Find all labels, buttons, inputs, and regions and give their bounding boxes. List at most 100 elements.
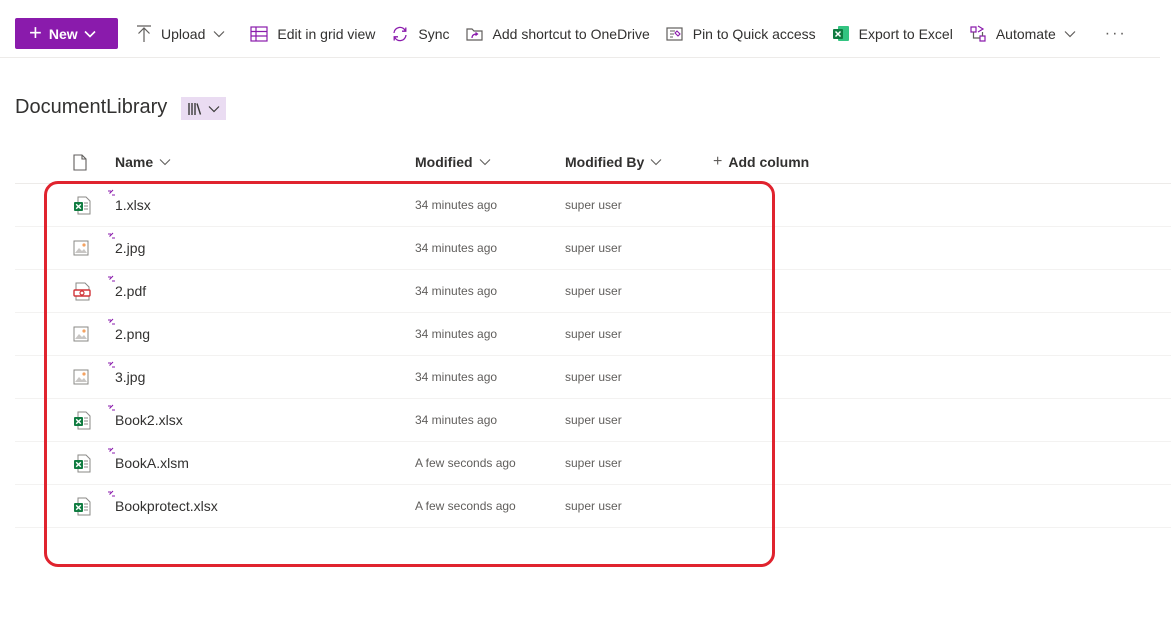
modified-by-value[interactable]: super user <box>565 499 622 513</box>
chevron-down-icon <box>213 30 225 37</box>
table-row[interactable]: 2.pdf 34 minutes ago super user <box>15 270 1171 313</box>
name-cell: 2.pdf <box>108 270 147 312</box>
file-name: 3.jpg <box>115 369 146 385</box>
table-row[interactable]: 2.png 34 minutes ago super user <box>15 313 1171 356</box>
chevron-down-icon <box>1064 30 1076 37</box>
modified-value: 34 minutes ago <box>415 198 498 212</box>
name-cell: 1.xlsx <box>108 184 151 226</box>
modified-value: 34 minutes ago <box>415 284 498 298</box>
file-name-link[interactable]: Book2.xlsx <box>108 404 183 428</box>
file-name-link[interactable]: 2.png <box>108 318 150 342</box>
modified-header-label: Modified <box>415 154 473 170</box>
add-column-label: Add column <box>728 154 810 170</box>
modified-by-value[interactable]: super user <box>565 370 622 384</box>
modified-by-cell: super user <box>565 313 622 355</box>
new-button[interactable]: + New <box>15 18 118 49</box>
modified-by-value[interactable]: super user <box>565 456 622 470</box>
new-item-icon <box>108 318 115 325</box>
view-switcher-button[interactable] <box>181 97 226 120</box>
modified-cell: A few seconds ago <box>415 442 516 484</box>
name-column-header[interactable]: Name <box>115 141 171 183</box>
chevron-down-icon <box>208 105 220 112</box>
modified-by-value[interactable]: super user <box>565 198 622 212</box>
file-name-link[interactable]: BookA.xlsm <box>108 447 189 471</box>
modified-cell: 34 minutes ago <box>415 313 497 355</box>
file-name: BookA.xlsm <box>115 455 189 471</box>
modified-value: A few seconds ago <box>415 499 516 513</box>
automate-button[interactable]: Automate <box>961 18 1093 49</box>
modified-value: A few seconds ago <box>415 456 516 470</box>
table-row[interactable]: BookA.xlsm A few seconds ago super user <box>15 442 1171 485</box>
table-row[interactable]: 3.jpg 34 minutes ago super user <box>15 356 1171 399</box>
modified-by-value[interactable]: super user <box>565 413 622 427</box>
file-name: 1.xlsx <box>115 197 151 213</box>
file-type-cell <box>73 313 97 355</box>
command-bar: + New Upload Edit in grid view Sync Add … <box>0 10 1160 58</box>
excel-file-icon <box>74 454 91 472</box>
file-name: Bookprotect.xlsx <box>115 498 218 514</box>
file-name-link[interactable]: 2.pdf <box>108 275 147 299</box>
modified-by-column-header[interactable]: Modified By <box>565 141 662 183</box>
new-item-icon <box>108 361 115 368</box>
file-name: 2.pdf <box>115 283 147 299</box>
name-cell: Book2.xlsx <box>108 399 183 441</box>
upload-button[interactable]: Upload <box>128 18 242 49</box>
name-cell: 2.png <box>108 313 150 355</box>
excel-file-icon <box>74 196 91 214</box>
modified-by-cell: super user <box>565 227 622 269</box>
chevron-down-icon <box>650 159 662 166</box>
modified-by-header-label: Modified By <box>565 154 645 170</box>
pdf-file-icon <box>73 282 91 300</box>
modified-value: 34 minutes ago <box>415 370 498 384</box>
edit-grid-view-button[interactable]: Edit in grid view <box>242 18 383 49</box>
library-view-icon <box>188 102 202 115</box>
modified-by-value[interactable]: super user <box>565 241 622 255</box>
file-name-link[interactable]: 1.xlsx <box>108 189 151 213</box>
new-button-label: New <box>48 25 78 42</box>
pin-quick-access-button[interactable]: Pin to Quick access <box>658 18 824 49</box>
excel-file-icon <box>74 497 91 515</box>
image-file-icon <box>73 369 89 385</box>
table-row[interactable]: 1.xlsx 34 minutes ago super user <box>15 184 1171 227</box>
plus-icon: + <box>713 153 723 170</box>
modified-column-header[interactable]: Modified <box>415 141 491 183</box>
image-file-icon <box>73 240 89 256</box>
automate-label: Automate <box>995 25 1056 42</box>
page-title: DocumentLibrary <box>15 96 168 118</box>
table-row[interactable]: Bookprotect.xlsx A few seconds ago super u… <box>15 485 1171 528</box>
file-type-cell <box>73 356 97 398</box>
modified-by-cell: super user <box>565 485 622 527</box>
new-item-icon <box>108 447 115 454</box>
add-shortcut-label: Add shortcut to OneDrive <box>492 25 650 42</box>
modified-cell: 34 minutes ago <box>415 399 497 441</box>
file-name-link[interactable]: 3.jpg <box>108 361 146 385</box>
modified-by-value[interactable]: super user <box>565 284 622 298</box>
modified-value: 34 minutes ago <box>415 327 498 341</box>
list-header: Name Modified Modified By + Add column <box>15 141 1171 184</box>
file-name: 2.jpg <box>115 240 146 256</box>
add-shortcut-button[interactable]: Add shortcut to OneDrive <box>458 18 658 49</box>
file-type-cell <box>73 270 97 312</box>
table-row[interactable]: 2.jpg 34 minutes ago super user <box>15 227 1171 270</box>
table-row[interactable]: Book2.xlsx 34 minutes ago super user <box>15 399 1171 442</box>
new-item-icon <box>108 275 115 282</box>
file-name-link[interactable]: 2.jpg <box>108 232 146 256</box>
file-type-column-header[interactable] <box>73 141 97 183</box>
file-type-cell <box>73 442 97 484</box>
file-name-link[interactable]: Bookprotect.xlsx <box>108 490 218 514</box>
sync-button[interactable]: Sync <box>383 18 457 49</box>
modified-by-cell: super user <box>565 270 622 312</box>
sync-label: Sync <box>418 25 450 42</box>
export-excel-button[interactable]: Export to Excel <box>824 18 961 49</box>
chevron-down-icon <box>84 30 96 38</box>
new-item-icon <box>108 404 115 411</box>
modified-by-value[interactable]: super user <box>565 327 622 341</box>
edit-grid-view-label: Edit in grid view <box>277 25 376 42</box>
new-item-icon <box>108 490 115 497</box>
add-column-button[interactable]: + Add column <box>713 141 809 183</box>
file-type-cell <box>73 227 97 269</box>
file-name: Book2.xlsx <box>115 412 183 428</box>
modified-value: 34 minutes ago <box>415 241 498 255</box>
new-item-icon <box>108 189 115 196</box>
more-options-button[interactable]: ··· <box>1093 25 1139 43</box>
